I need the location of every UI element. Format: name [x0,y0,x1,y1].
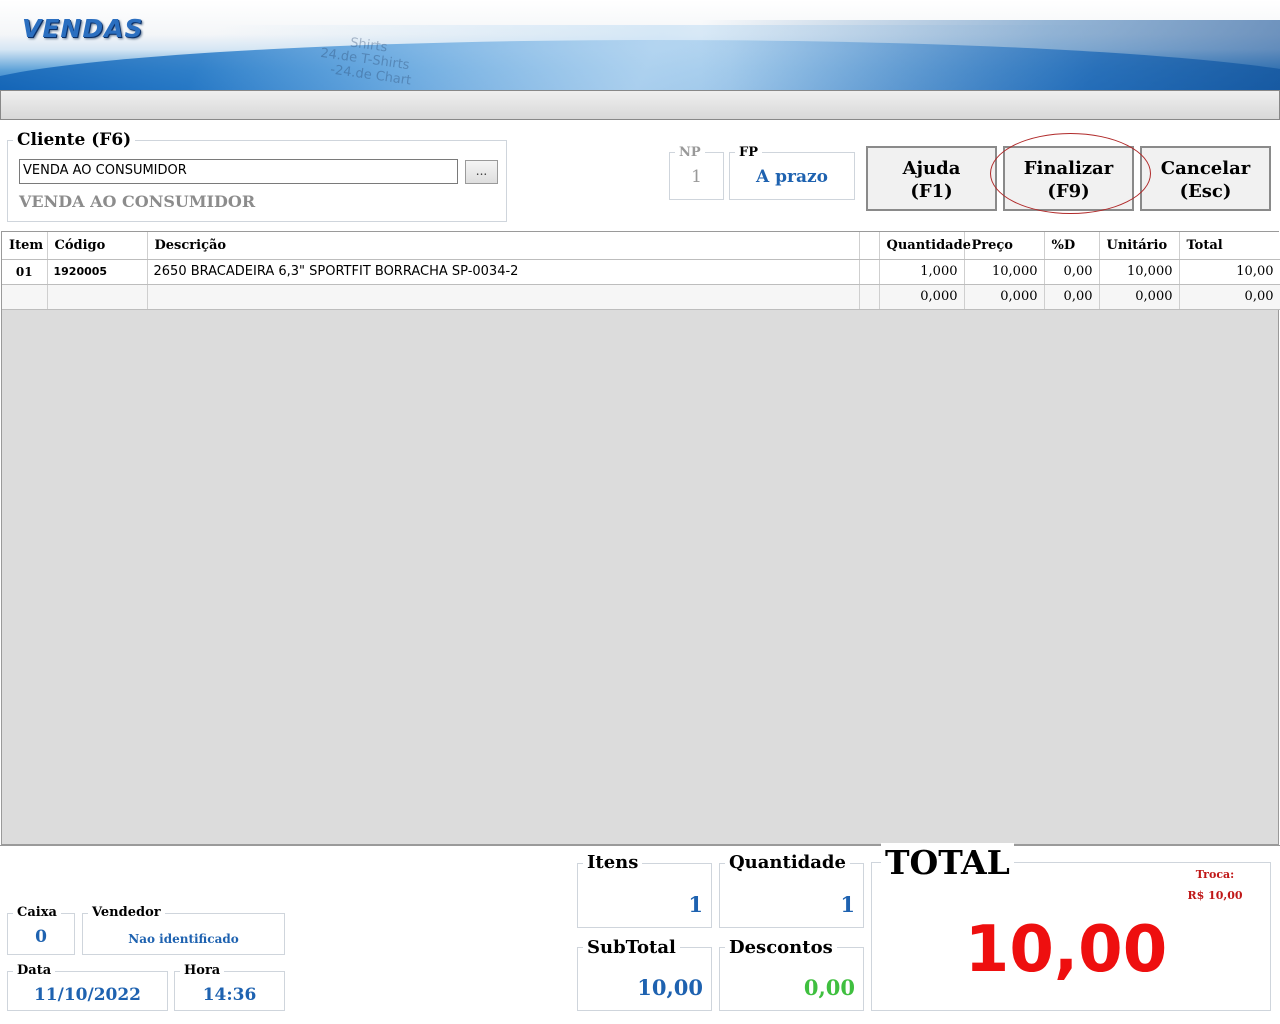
table-header-row: Item Código Descrição Quantidade Preço %… [2,232,1280,260]
column-header-spacer [859,232,880,260]
subtotal-value: 10,00 [637,975,703,1000]
quantidade-label: Quantidade [725,852,850,873]
finish-button-shortcut: (F9) [1047,181,1090,202]
cell-price[interactable]: 10,000 [964,259,1045,285]
fp-value[interactable]: A prazo [729,167,855,187]
column-header-description[interactable]: Descrição [147,232,860,260]
itens-value: 1 [688,892,703,917]
client-name: VENDA AO CONSUMIDOR [19,192,256,211]
descontos-label: Descontos [725,937,837,958]
cell-code[interactable]: 1920005 [47,259,148,285]
descontos-value: 0,00 [803,975,855,1000]
vendedor-value: Nao identificado [128,932,239,946]
app-title: VENDAS [22,14,144,43]
caixa-value: 0 [35,927,47,947]
total-label: TOTAL [881,843,1014,882]
column-header-unit[interactable]: Unitário [1099,232,1180,260]
np-value: 1 [691,167,702,187]
cell-unit[interactable]: 0,000 [1099,284,1180,310]
help-button-label: Ajuda [902,158,961,179]
client-browse-button[interactable]: ... [465,160,498,184]
data-value: 11/10/2022 [33,985,142,1005]
hora-label: Hora [180,963,225,978]
help-button-shortcut: (F1) [910,181,953,202]
troco-label: Troca: [1195,868,1235,881]
cell-item[interactable] [2,284,48,310]
table-row-new[interactable]: 0,000 0,000 0,00 0,000 0,00 [2,284,1280,310]
items-grid[interactable]: Item Código Descrição Quantidade Preço %… [1,231,1280,845]
np-label: NP [675,145,705,160]
cell-item[interactable]: 01 [2,259,48,285]
client-label: Cliente (F6) [13,130,136,150]
cancel-button[interactable]: Cancelar (Esc) [1140,146,1271,211]
column-header-item[interactable]: Item [2,232,48,260]
column-header-quantity[interactable]: Quantidade [879,232,971,260]
subtotal-label: SubTotal [583,937,680,958]
table-row[interactable]: 01 1920005 2650 BRACADEIRA 6,3" SPORTFIT… [2,259,1280,285]
cell-unit[interactable]: 10,000 [1099,259,1180,285]
cell-discount[interactable]: 0,00 [1044,259,1100,285]
cell-quantity[interactable]: 0,000 [879,284,965,310]
total-value: 10,00 [964,913,1168,987]
help-button[interactable]: Ajuda (F1) [866,146,997,211]
items-table: Item Código Descrição Quantidade Preço %… [2,232,1280,310]
cancel-button-shortcut: (Esc) [1179,181,1232,202]
hora-value: 14:36 [202,985,257,1005]
troco-value: R$ 10,00 [1187,889,1243,902]
cell-description[interactable] [147,284,860,310]
cell-spacer [859,259,880,285]
toolbar-strip [0,90,1280,120]
cancel-button-label: Cancelar [1160,158,1251,179]
cell-total[interactable]: 0,00 [1179,284,1280,310]
banner-swoosh [700,20,1280,90]
cell-spacer [859,284,880,310]
client-input[interactable]: VENDA AO CONSUMIDOR [19,159,458,184]
quantidade-value: 1 [840,892,855,917]
cell-description[interactable]: 2650 BRACADEIRA 6,3" SPORTFIT BORRACHA S… [147,259,860,285]
cell-price[interactable]: 0,000 [964,284,1045,310]
column-header-discount[interactable]: %D [1044,232,1100,260]
header-banner: Shirts 24.de T-Shirts -24.de Chart VENDA… [0,0,1280,90]
caixa-label: Caixa [13,905,61,920]
column-header-price[interactable]: Preço [964,232,1045,260]
cell-quantity[interactable]: 1,000 [879,259,965,285]
finish-button[interactable]: Finalizar (F9) [1003,146,1134,211]
finish-button-label: Finalizar [1023,158,1114,179]
cell-discount[interactable]: 0,00 [1044,284,1100,310]
itens-label: Itens [583,852,643,873]
fp-label: FP [735,145,763,160]
data-label: Data [13,963,56,978]
vendedor-label: Vendedor [88,905,165,920]
column-header-code[interactable]: Código [47,232,148,260]
cell-code-editing[interactable] [47,284,148,310]
cell-total[interactable]: 10,00 [1179,259,1280,285]
column-header-total[interactable]: Total [1179,232,1280,260]
